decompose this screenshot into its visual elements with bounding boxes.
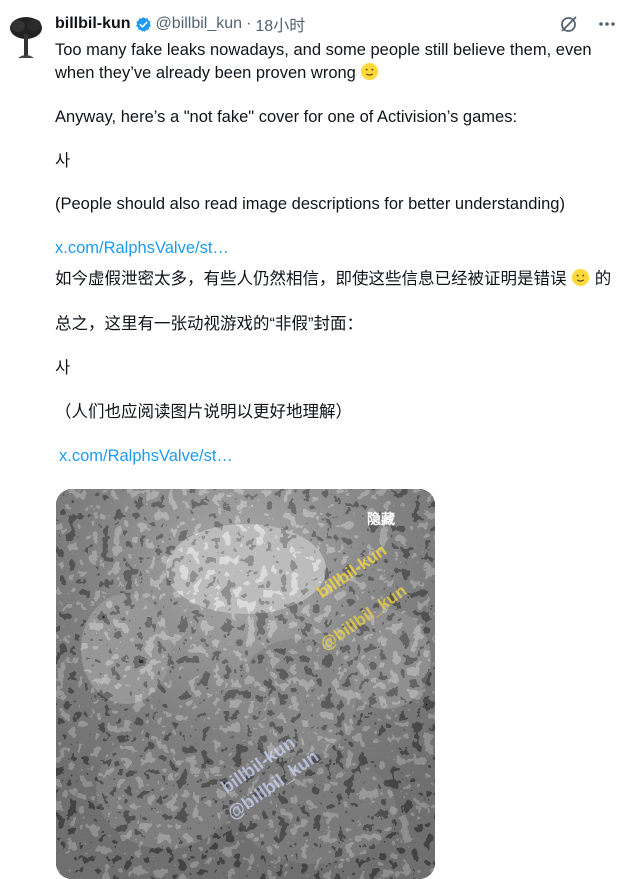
more-icon[interactable] <box>597 14 617 34</box>
translation-line: 如今虚假泄密太多，有些人仍然相信，即使这些信息已经被证明是错误 的 <box>55 268 611 291</box>
hide-media-button[interactable]: 隐藏 <box>367 509 395 529</box>
smile-emoji-icon <box>360 62 379 81</box>
separator-dot: · <box>246 15 252 32</box>
smile-emoji-icon <box>571 268 590 287</box>
verified-badge-icon <box>135 16 152 33</box>
tweet-text-fragment: when they’ve already been proven wrong <box>55 64 356 82</box>
translation-fragment: 的 <box>594 270 612 288</box>
avatar[interactable] <box>8 14 44 62</box>
author-name[interactable]: billbil-kun <box>55 15 131 33</box>
tweet-actions <box>559 14 617 34</box>
tweet-text-line: when they’ve already been proven wrong <box>55 62 379 85</box>
tweet-text-line: 사 <box>55 152 71 170</box>
tweet-header: billbil-kun @billbil_kun · 18小时 <box>55 12 305 36</box>
grok-slash-icon[interactable] <box>559 14 579 34</box>
tweet-media-image[interactable]: billbil-kun @billbil_kun billbil-kun @bi… <box>56 489 435 879</box>
author-handle[interactable]: @billbil_kun <box>156 15 243 33</box>
tweet-text-line: Too many fake leaks nowadays, and some p… <box>55 41 592 59</box>
translation-fragment: 如今虚假泄密太多，有些人仍然相信，即使这些信息已经被证明是错误 <box>55 270 567 288</box>
translation-line: 总之，这里有一张动视游戏的“非假”封面： <box>55 315 363 333</box>
tweet-text-line: Anyway, here’s a "not fake" cover for on… <box>55 108 518 126</box>
translation-line: （人们也应阅读图片说明以更好地理解） <box>55 403 352 421</box>
tweet-text-line: (People should also read image descripti… <box>55 195 565 213</box>
translation-line: 사 <box>55 359 71 377</box>
tweet-link[interactable]: x.com/RalphsValve/st… <box>55 237 229 260</box>
translation-link[interactable]: x.com/RalphsValve/st… <box>59 445 233 468</box>
timestamp[interactable]: 18小时 <box>255 12 305 36</box>
